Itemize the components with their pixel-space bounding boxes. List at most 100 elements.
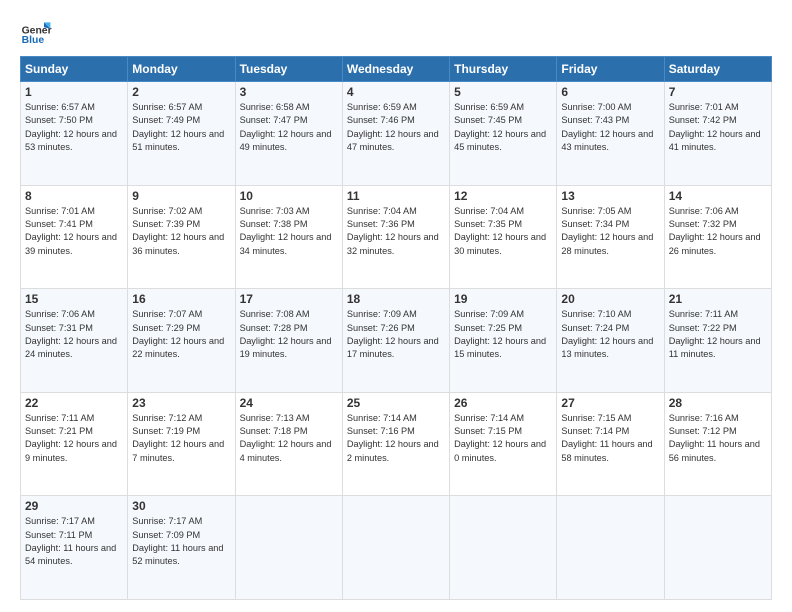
day-info: Sunrise: 7:09 AMSunset: 7:25 PMDaylight:… [454,308,552,361]
calendar-cell [557,496,664,600]
calendar-cell: 12 Sunrise: 7:04 AMSunset: 7:35 PMDayligh… [450,185,557,289]
day-info: Sunrise: 7:11 AMSunset: 7:21 PMDaylight:… [25,412,123,465]
weekday-header-monday: Monday [128,57,235,82]
day-info: Sunrise: 6:57 AMSunset: 7:50 PMDaylight:… [25,101,123,154]
day-number: 3 [240,85,338,99]
weekday-header-saturday: Saturday [664,57,771,82]
day-number: 18 [347,292,445,306]
weekday-header-tuesday: Tuesday [235,57,342,82]
day-info: Sunrise: 7:14 AMSunset: 7:16 PMDaylight:… [347,412,445,465]
day-info: Sunrise: 7:02 AMSunset: 7:39 PMDaylight:… [132,205,230,258]
day-number: 29 [25,499,123,513]
weekday-header-friday: Friday [557,57,664,82]
calendar-cell: 23 Sunrise: 7:12 AMSunset: 7:19 PMDayligh… [128,392,235,496]
day-info: Sunrise: 7:03 AMSunset: 7:38 PMDaylight:… [240,205,338,258]
day-info: Sunrise: 7:05 AMSunset: 7:34 PMDaylight:… [561,205,659,258]
logo-icon: General Blue [20,16,52,48]
day-number: 21 [669,292,767,306]
calendar-cell: 26Sunrise: 7:14 AMSunset: 7:15 PMDayligh… [450,392,557,496]
svg-text:Blue: Blue [22,35,45,46]
calendar-cell: 24 Sunrise: 7:13 AMSunset: 7:18 PMDayligh… [235,392,342,496]
day-info: Sunrise: 7:01 AMSunset: 7:41 PMDaylight:… [25,205,123,258]
calendar-cell: 27 Sunrise: 7:15 AMSunset: 7:14 PMDayligh… [557,392,664,496]
day-info: Sunrise: 7:04 AMSunset: 7:35 PMDaylight:… [454,205,552,258]
calendar-cell [450,496,557,600]
calendar-week-row: 29 Sunrise: 7:17 AMSunset: 7:11 PMDayligh… [21,496,772,600]
calendar-cell: 30Sunrise: 7:17 AMSunset: 7:09 PMDayligh… [128,496,235,600]
day-number: 5 [454,85,552,99]
day-info: Sunrise: 7:01 AMSunset: 7:42 PMDaylight:… [669,101,767,154]
calendar-cell: 8Sunrise: 7:01 AMSunset: 7:41 PMDaylight… [21,185,128,289]
day-info: Sunrise: 7:15 AMSunset: 7:14 PMDaylight:… [561,412,659,465]
day-info: Sunrise: 7:00 AMSunset: 7:43 PMDaylight:… [561,101,659,154]
calendar-cell: 2Sunrise: 6:57 AMSunset: 7:49 PMDaylight… [128,82,235,186]
calendar-cell: 15 Sunrise: 7:06 AMSunset: 7:31 PMDayligh… [21,289,128,393]
calendar-cell: 14Sunrise: 7:06 AMSunset: 7:32 PMDayligh… [664,185,771,289]
calendar-cell: 29 Sunrise: 7:17 AMSunset: 7:11 PMDayligh… [21,496,128,600]
calendar-cell: 5 Sunrise: 6:59 AMSunset: 7:45 PMDaylight… [450,82,557,186]
day-info: Sunrise: 7:17 AMSunset: 7:09 PMDaylight:… [132,515,230,568]
day-info: Sunrise: 7:13 AMSunset: 7:18 PMDaylight:… [240,412,338,465]
calendar-cell: 16Sunrise: 7:07 AMSunset: 7:29 PMDayligh… [128,289,235,393]
calendar-cell: 21Sunrise: 7:11 AMSunset: 7:22 PMDayligh… [664,289,771,393]
day-number: 4 [347,85,445,99]
calendar-cell: 11 Sunrise: 7:04 AMSunset: 7:36 PMDayligh… [342,185,449,289]
day-info: Sunrise: 7:12 AMSunset: 7:19 PMDaylight:… [132,412,230,465]
header: General Blue [20,16,772,48]
day-number: 14 [669,189,767,203]
calendar-cell: 1 Sunrise: 6:57 AMSunset: 7:50 PMDaylight… [21,82,128,186]
day-info: Sunrise: 7:10 AMSunset: 7:24 PMDaylight:… [561,308,659,361]
calendar-header-row: SundayMondayTuesdayWednesdayThursdayFrid… [21,57,772,82]
calendar-cell [235,496,342,600]
calendar-cell: 6 Sunrise: 7:00 AMSunset: 7:43 PMDaylight… [557,82,664,186]
calendar-week-row: 1 Sunrise: 6:57 AMSunset: 7:50 PMDaylight… [21,82,772,186]
day-info: Sunrise: 6:57 AMSunset: 7:49 PMDaylight:… [132,101,230,154]
day-number: 12 [454,189,552,203]
calendar-cell: 28 Sunrise: 7:16 AMSunset: 7:12 PMDayligh… [664,392,771,496]
day-number: 26 [454,396,552,410]
day-number: 22 [25,396,123,410]
day-number: 20 [561,292,659,306]
day-number: 6 [561,85,659,99]
calendar-cell: 20 Sunrise: 7:10 AMSunset: 7:24 PMDayligh… [557,289,664,393]
calendar-cell: 9 Sunrise: 7:02 AMSunset: 7:39 PMDaylight… [128,185,235,289]
day-info: Sunrise: 6:58 AMSunset: 7:47 PMDaylight:… [240,101,338,154]
day-info: Sunrise: 7:16 AMSunset: 7:12 PMDaylight:… [669,412,767,465]
day-number: 13 [561,189,659,203]
day-info: Sunrise: 7:06 AMSunset: 7:31 PMDaylight:… [25,308,123,361]
calendar-cell: 18 Sunrise: 7:09 AMSunset: 7:26 PMDayligh… [342,289,449,393]
weekday-header-wednesday: Wednesday [342,57,449,82]
day-number: 7 [669,85,767,99]
day-number: 28 [669,396,767,410]
day-number: 17 [240,292,338,306]
day-number: 27 [561,396,659,410]
day-number: 9 [132,189,230,203]
day-number: 24 [240,396,338,410]
day-info: Sunrise: 6:59 AMSunset: 7:46 PMDaylight:… [347,101,445,154]
calendar-cell: 4 Sunrise: 6:59 AMSunset: 7:46 PMDaylight… [342,82,449,186]
day-number: 15 [25,292,123,306]
calendar-cell: 7 Sunrise: 7:01 AMSunset: 7:42 PMDaylight… [664,82,771,186]
calendar-cell: 10Sunrise: 7:03 AMSunset: 7:38 PMDayligh… [235,185,342,289]
calendar-week-row: 22 Sunrise: 7:11 AMSunset: 7:21 PMDayligh… [21,392,772,496]
calendar-cell: 13 Sunrise: 7:05 AMSunset: 7:34 PMDayligh… [557,185,664,289]
page: General Blue SundayMondayTuesdayWednesda… [0,0,792,612]
calendar-cell: 3 Sunrise: 6:58 AMSunset: 7:47 PMDaylight… [235,82,342,186]
calendar-week-row: 8Sunrise: 7:01 AMSunset: 7:41 PMDaylight… [21,185,772,289]
calendar-cell [664,496,771,600]
day-number: 25 [347,396,445,410]
calendar-cell [342,496,449,600]
day-number: 1 [25,85,123,99]
calendar-cell: 19 Sunrise: 7:09 AMSunset: 7:25 PMDayligh… [450,289,557,393]
day-info: Sunrise: 7:04 AMSunset: 7:36 PMDaylight:… [347,205,445,258]
day-info: Sunrise: 7:08 AMSunset: 7:28 PMDaylight:… [240,308,338,361]
day-number: 11 [347,189,445,203]
day-info: Sunrise: 6:59 AMSunset: 7:45 PMDaylight:… [454,101,552,154]
day-info: Sunrise: 7:09 AMSunset: 7:26 PMDaylight:… [347,308,445,361]
day-info: Sunrise: 7:17 AMSunset: 7:11 PMDaylight:… [25,515,123,568]
day-number: 23 [132,396,230,410]
calendar-cell: 22 Sunrise: 7:11 AMSunset: 7:21 PMDayligh… [21,392,128,496]
day-number: 19 [454,292,552,306]
day-info: Sunrise: 7:07 AMSunset: 7:29 PMDaylight:… [132,308,230,361]
calendar-cell: 17 Sunrise: 7:08 AMSunset: 7:28 PMDayligh… [235,289,342,393]
